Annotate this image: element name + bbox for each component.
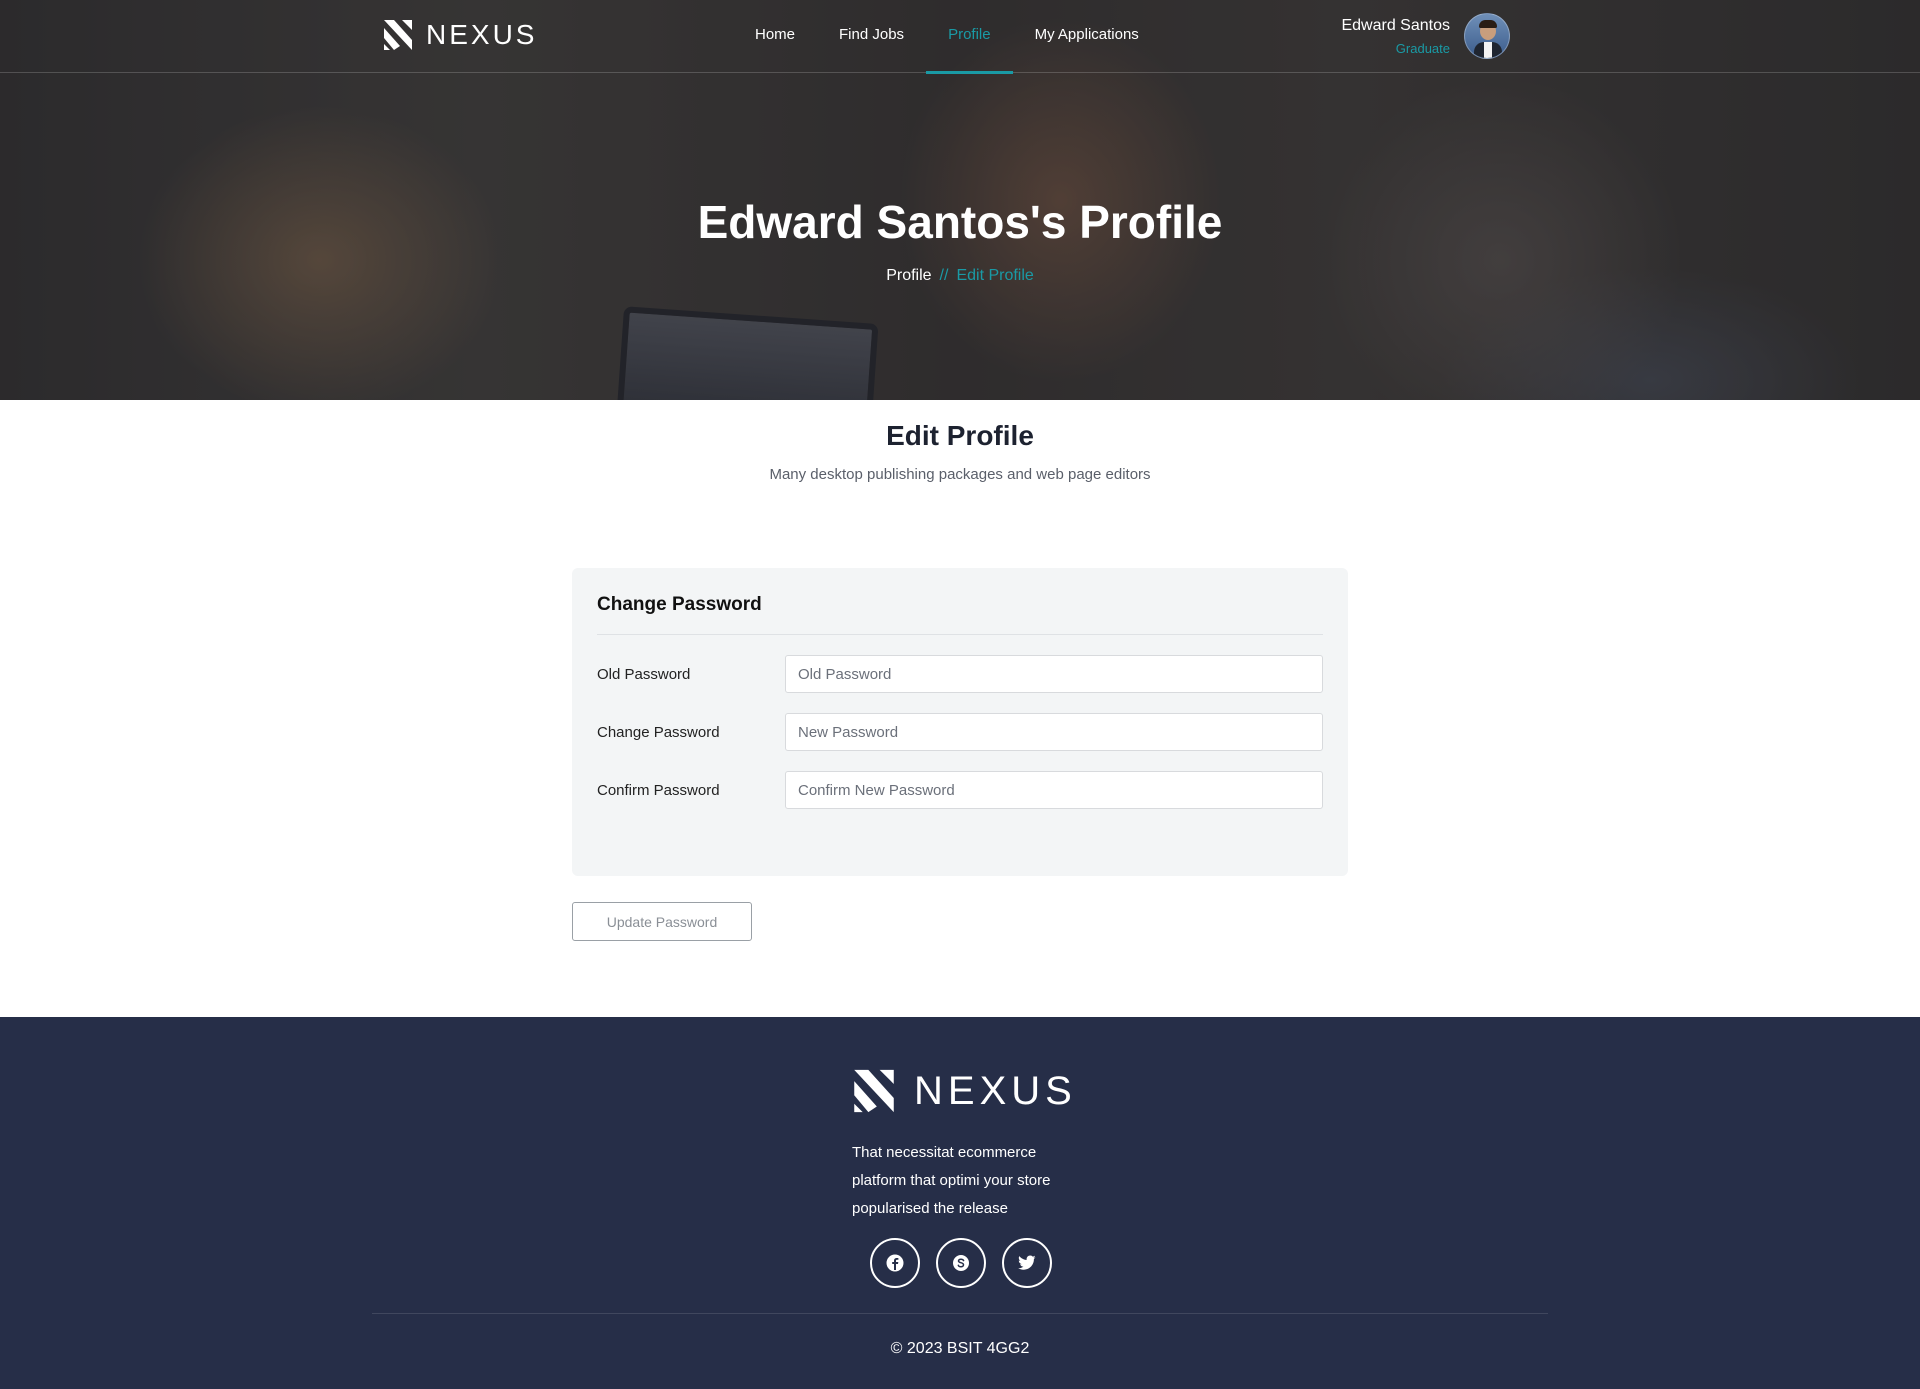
user-info: Edward Santos Graduate — [1341, 17, 1450, 56]
breadcrumb-separator: // — [939, 267, 949, 284]
footer-divider — [372, 1313, 1548, 1314]
card-title: Change Password — [597, 594, 1323, 635]
user-role: Graduate — [1395, 40, 1450, 56]
form-row-old-password: Old Password — [597, 655, 1323, 693]
breadcrumb-profile-link[interactable]: Profile — [886, 267, 931, 284]
avatar[interactable] — [1464, 13, 1510, 59]
footer: NEXUS That necessitat ecommerce platform… — [0, 1017, 1920, 1389]
top-navbar: NEXUS Home Find Jobs Profile My Applicat… — [0, 0, 1920, 74]
old-password-input[interactable] — [785, 655, 1323, 693]
page-title: Edward Santos's Profile — [697, 196, 1223, 248]
hero-banner: NEXUS Home Find Jobs Profile My Applicat… — [0, 0, 1920, 400]
section-subtitle: Many desktop publishing packages and web… — [769, 466, 1151, 483]
form-row-new-password: Change Password — [597, 713, 1323, 751]
old-password-label: Old Password — [597, 665, 691, 683]
footer-logo[interactable]: NEXUS — [850, 1067, 1077, 1115]
confirm-password-input[interactable] — [785, 771, 1323, 809]
change-password-card: Change Password Old Password Change Pass… — [572, 568, 1348, 876]
new-password-input[interactable] — [785, 713, 1323, 751]
form-row-confirm-password: Confirm Password — [597, 771, 1323, 809]
breadcrumb-current: Edit Profile — [956, 267, 1034, 284]
confirm-password-label: Confirm Password — [597, 781, 720, 799]
nexus-logo-icon — [854, 1069, 894, 1113]
breadcrumb: Profile // Edit Profile — [0, 267, 1920, 285]
twitter-link[interactable] — [1002, 1238, 1052, 1288]
hero-laptop-image — [616, 306, 879, 400]
nav-home[interactable]: Home — [733, 0, 817, 73]
brand-logo[interactable]: NEXUS — [382, 18, 537, 52]
twitter-icon — [1018, 1255, 1036, 1270]
footer-brand-name: NEXUS — [914, 1068, 1077, 1113]
edit-profile-header: Edit Profile Many desktop publishing pac… — [0, 420, 1920, 483]
user-name: Edward Santos — [1341, 16, 1450, 34]
facebook-link[interactable] — [870, 1238, 920, 1288]
brand-name: NEXUS — [426, 19, 538, 50]
new-password-label: Change Password — [597, 723, 720, 741]
nav-find-jobs[interactable]: Find Jobs — [817, 0, 926, 73]
nav-my-applications[interactable]: My Applications — [1013, 0, 1161, 73]
facebook-icon — [886, 1254, 904, 1272]
nav-profile[interactable]: Profile — [926, 0, 1013, 74]
skype-link[interactable] — [936, 1238, 986, 1288]
social-links — [870, 1238, 1052, 1288]
copyright: © 2023 BSIT 4GG2 — [890, 1340, 1030, 1357]
user-menu[interactable]: Edward Santos Graduate — [1341, 13, 1510, 59]
section-title: Edit Profile — [886, 420, 1034, 451]
hero-content: Edward Santos's Profile Profile // Edit Pr… — [0, 195, 1920, 285]
nexus-logo-icon — [384, 20, 412, 50]
update-password-button[interactable]: Update Password — [572, 902, 752, 941]
footer-description: That necessitat ecommerce platform that … — [852, 1144, 1051, 1217]
skype-icon — [953, 1255, 969, 1271]
nav-links: Home Find Jobs Profile My Applications — [733, 0, 1161, 74]
